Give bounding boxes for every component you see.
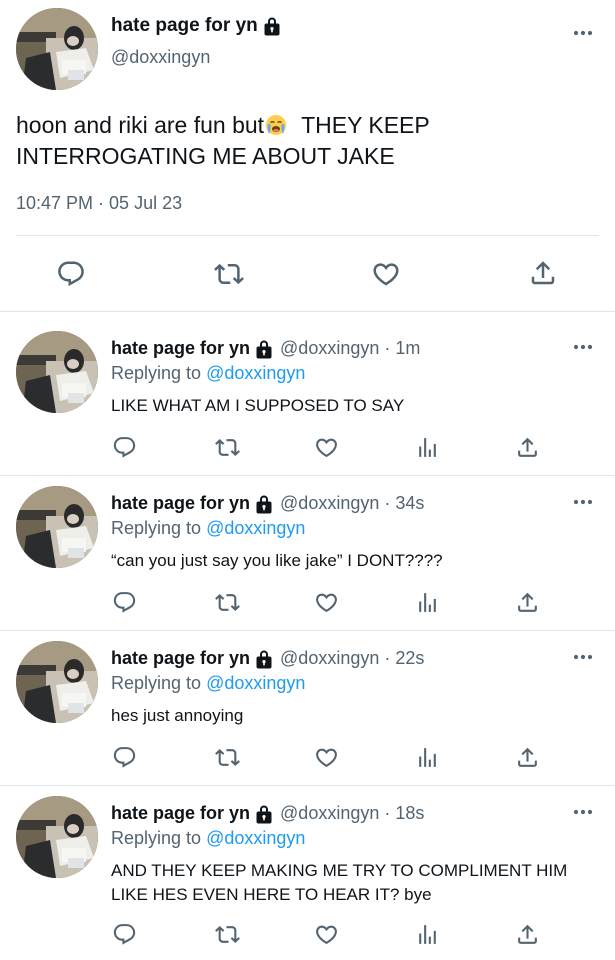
reply-text: hes just annoying <box>111 706 244 725</box>
main-tweet: hate page for yn @doxxingyn hoon and rik… <box>0 0 615 312</box>
avatar[interactable] <box>16 331 98 413</box>
replying-to-label: Replying to <box>111 518 202 538</box>
retweet-icon[interactable] <box>214 259 244 289</box>
more-options-icon[interactable] <box>573 30 593 36</box>
more-options-icon[interactable] <box>573 809 593 815</box>
loudly-crying-face-icon <box>265 113 287 135</box>
lock-icon <box>255 339 273 359</box>
reply-tweet[interactable]: hate page for yn @doxxingyn · 1m Replyin… <box>0 311 615 466</box>
share-icon[interactable] <box>515 922 540 947</box>
reply-text: AND THEY KEEP MAKING ME TRY TO COMPLIMEN… <box>111 861 568 904</box>
reply-actions <box>0 745 615 775</box>
avatar[interactable] <box>16 8 98 90</box>
reply-tweet[interactable]: hate page for yn @doxxingyn · 34s Replyi… <box>0 466 615 621</box>
tweet-text-part-1: hoon and riki are fun but <box>16 112 265 138</box>
replying-to-mention[interactable]: @doxxingyn <box>206 673 305 693</box>
author-handle[interactable]: @doxxingyn · 22s <box>280 648 424 669</box>
tweet-timestamp[interactable]: 10:47 PM · 05 Jul 23 <box>16 193 182 214</box>
reply-icon[interactable] <box>56 259 86 289</box>
reply-icon[interactable] <box>112 745 137 770</box>
share-icon[interactable] <box>528 258 558 288</box>
lock-icon <box>255 804 273 824</box>
like-icon[interactable] <box>314 590 339 615</box>
reply-actions <box>0 435 615 465</box>
reply-tweet[interactable]: hate page for yn @doxxingyn · 22s Replyi… <box>0 621 615 776</box>
replying-to-mention[interactable]: @doxxingyn <box>206 518 305 538</box>
more-options-icon[interactable] <box>573 499 593 505</box>
tweet-text: hoon and riki are fun but THEY KEEP INTER… <box>16 110 596 172</box>
views-icon[interactable] <box>415 435 440 460</box>
reply-tweet[interactable]: hate page for yn @doxxingyn · 18s Replyi… <box>0 776 615 960</box>
replying-to: Replying to @doxxingyn <box>111 673 305 694</box>
lock-icon <box>255 649 273 669</box>
avatar[interactable] <box>16 486 98 568</box>
replying-to-label: Replying to <box>111 363 202 383</box>
lock-icon <box>255 494 273 514</box>
reply-icon[interactable] <box>112 922 137 947</box>
retweet-icon[interactable] <box>215 922 240 947</box>
reply-actions <box>0 590 615 620</box>
author-handle[interactable]: @doxxingyn · 34s <box>280 493 424 514</box>
like-icon[interactable] <box>314 745 339 770</box>
author-name[interactable]: hate page for yn <box>111 15 258 37</box>
like-icon[interactable] <box>314 922 339 947</box>
reply-icon[interactable] <box>112 435 137 460</box>
share-icon[interactable] <box>515 435 540 460</box>
avatar[interactable] <box>16 641 98 723</box>
views-icon[interactable] <box>415 745 440 770</box>
divider <box>16 235 599 236</box>
reply-header: hate page for yn @doxxingyn · 34s <box>111 493 424 514</box>
retweet-icon[interactable] <box>215 590 240 615</box>
replying-to-mention[interactable]: @doxxingyn <box>206 363 305 383</box>
views-icon[interactable] <box>415 922 440 947</box>
reply-header: hate page for yn @doxxingyn · 18s <box>111 803 424 824</box>
reply-actions <box>0 922 615 952</box>
views-icon[interactable] <box>415 590 440 615</box>
avatar[interactable] <box>16 796 98 878</box>
author-name[interactable]: hate page for yn <box>111 648 250 669</box>
reply-header: hate page for yn @doxxingyn · 1m <box>111 338 420 359</box>
replying-to: Replying to @doxxingyn <box>111 828 305 849</box>
reply-text: LIKE WHAT AM I SUPPOSED TO SAY <box>111 396 405 415</box>
author-handle[interactable]: @doxxingyn · 18s <box>280 803 424 824</box>
lock-icon <box>263 16 281 36</box>
reply-icon[interactable] <box>112 590 137 615</box>
replying-to-mention[interactable]: @doxxingyn <box>206 828 305 848</box>
share-icon[interactable] <box>515 745 540 770</box>
author-name[interactable]: hate page for yn <box>111 338 250 359</box>
like-icon[interactable] <box>314 435 339 460</box>
more-options-icon[interactable] <box>573 654 593 660</box>
share-icon[interactable] <box>515 590 540 615</box>
retweet-icon[interactable] <box>215 745 240 770</box>
author-name[interactable]: hate page for yn <box>111 803 250 824</box>
retweet-icon[interactable] <box>215 435 240 460</box>
more-options-icon[interactable] <box>573 344 593 350</box>
reply-text: “can you just say you like jake” I DONT?… <box>111 551 443 570</box>
author-name-row[interactable]: hate page for yn <box>111 15 281 37</box>
reply-header: hate page for yn @doxxingyn · 22s <box>111 648 424 669</box>
replying-to-label: Replying to <box>111 673 202 693</box>
replying-to: Replying to @doxxingyn <box>111 518 305 539</box>
author-handle[interactable]: @doxxingyn · 1m <box>280 338 420 359</box>
author-name[interactable]: hate page for yn <box>111 493 250 514</box>
replying-to-label: Replying to <box>111 828 202 848</box>
author-handle[interactable]: @doxxingyn <box>111 47 210 68</box>
replying-to: Replying to @doxxingyn <box>111 363 305 384</box>
like-icon[interactable] <box>371 259 401 289</box>
